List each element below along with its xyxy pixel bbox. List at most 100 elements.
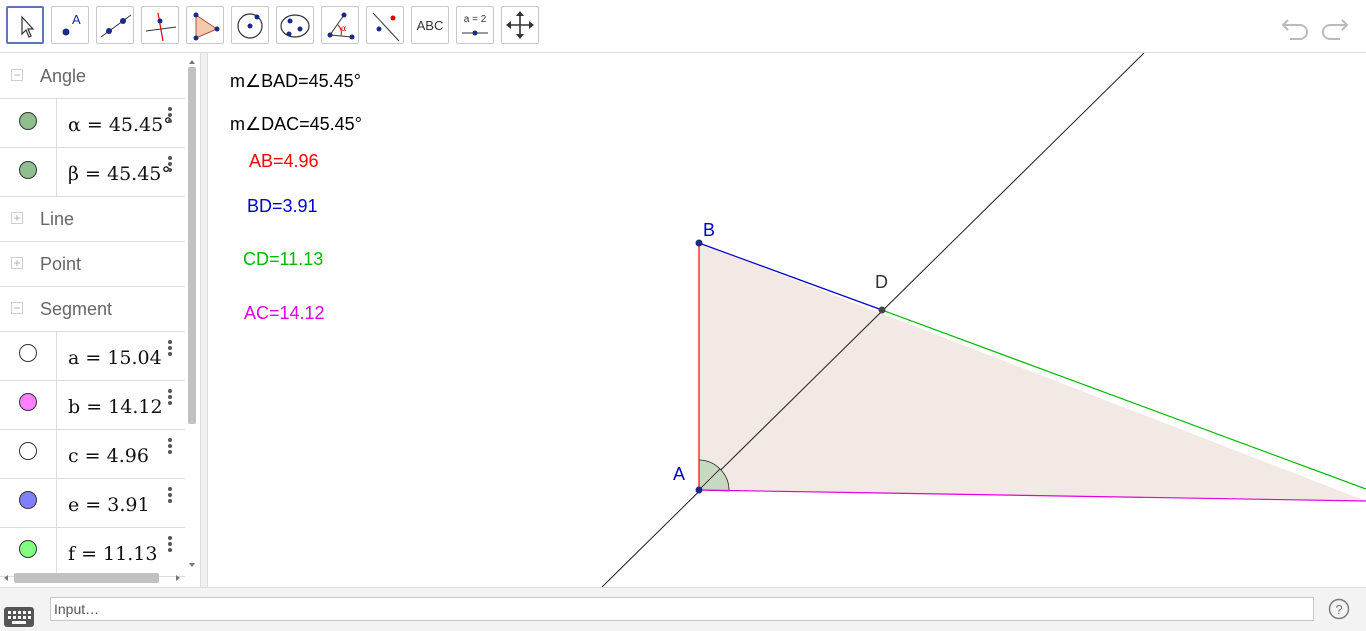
text-ac-length[interactable]: AC=14.12 (244, 303, 325, 324)
move-view-icon (506, 11, 534, 39)
reflect-icon (372, 12, 400, 42)
item-value: α = 45.45° (68, 114, 173, 136)
item-value: c = 4.96 (68, 445, 149, 467)
item-value: f = 11.13 (68, 543, 158, 565)
reflect-tool-button[interactable] (366, 6, 404, 44)
text-tool-button[interactable]: ABC (411, 6, 449, 44)
text-cd-length[interactable]: CD=11.13 (243, 249, 323, 270)
group-segment[interactable]: − Segment (0, 287, 185, 332)
group-point[interactable]: + Point (0, 242, 185, 287)
item-marker (0, 479, 57, 527)
group-label: Segment (40, 299, 113, 319)
point-label-d: D (875, 272, 888, 292)
expand-toggle[interactable]: + (11, 257, 23, 269)
view-divider[interactable] (200, 53, 208, 587)
algebra-item-a[interactable]: a = 15.04 (0, 332, 185, 381)
group-angle[interactable]: − Angle (0, 54, 185, 99)
visibility-toggle[interactable] (19, 540, 37, 558)
keyboard-icon[interactable] (4, 607, 34, 627)
group-label: Point (40, 254, 82, 274)
vertical-scroll-thumb[interactable] (188, 67, 196, 424)
point-label-a: A (673, 464, 686, 484)
angle-icon: α (327, 12, 355, 40)
graphics-view[interactable]: A B D m∠BAD=45.45° m∠DAC=45.45° AB=4.96 … (208, 53, 1366, 587)
visibility-toggle[interactable] (19, 393, 37, 411)
polygon-tool-button[interactable] (186, 6, 224, 44)
item-value: b = 14.12 (68, 396, 163, 418)
angle-tool-button[interactable]: α (321, 6, 359, 44)
line-icon (100, 14, 132, 38)
slider-tool-button[interactable]: a = 2 (456, 6, 494, 44)
circle-tool-button[interactable] (231, 6, 269, 44)
more-menu-icon[interactable] (168, 487, 174, 507)
item-marker (0, 430, 57, 478)
point-b[interactable] (695, 239, 703, 247)
input-bar: ? (0, 587, 1366, 631)
item-value: β = 45.45° (68, 163, 171, 185)
more-menu-icon[interactable] (168, 107, 174, 127)
more-menu-icon[interactable] (168, 438, 174, 458)
help-icon[interactable]: ? (1328, 598, 1350, 620)
collapse-toggle[interactable]: − (11, 69, 23, 81)
perpendicular-icon (145, 12, 177, 42)
more-menu-icon[interactable] (168, 536, 174, 556)
item-marker (0, 332, 57, 380)
undo-icon (1281, 19, 1308, 40)
slider-icon (462, 30, 488, 36)
more-menu-icon[interactable] (168, 156, 174, 176)
item-marker (0, 528, 57, 576)
polygon-icon (193, 12, 220, 41)
algebra-item-beta[interactable]: β = 45.45° (0, 148, 185, 197)
item-marker (0, 148, 57, 196)
item-marker (0, 381, 57, 429)
text-bd-length[interactable]: BD=3.91 (247, 196, 318, 217)
more-menu-icon[interactable] (168, 340, 174, 360)
text-icon: ABC (416, 17, 444, 33)
item-value: e = 3.91 (68, 494, 150, 516)
point-d[interactable] (878, 306, 886, 314)
text-angle-bad[interactable]: m∠BAD=45.45° (230, 71, 361, 92)
move-view-tool-button[interactable] (501, 6, 539, 44)
visibility-toggle[interactable] (19, 112, 37, 130)
ellipse-icon (280, 14, 310, 38)
construction-canvas[interactable] (208, 53, 1366, 587)
visibility-toggle[interactable] (19, 344, 37, 362)
move-tool-button[interactable] (6, 6, 44, 44)
expand-toggle[interactable]: + (11, 212, 23, 224)
group-line[interactable]: + Line (0, 197, 185, 242)
algebra-item-b[interactable]: b = 14.12 (0, 381, 185, 430)
text-ab-length[interactable]: AB=4.96 (249, 151, 319, 172)
triangle-abc[interactable] (699, 243, 1366, 501)
point-a[interactable] (695, 486, 703, 494)
visibility-toggle[interactable] (19, 442, 37, 460)
item-value: a = 15.04 (68, 347, 162, 369)
more-menu-icon[interactable] (168, 389, 174, 409)
algebra-item-c[interactable]: c = 4.96 (0, 430, 185, 479)
svg-text:?: ? (1335, 602, 1342, 617)
group-label: Angle (40, 66, 87, 86)
undo-button[interactable] (1280, 10, 1312, 42)
item-marker (0, 99, 57, 147)
point-label-b: B (703, 220, 716, 240)
algebra-view: − Angle α = 45.45° β = 45.45° + Line + P… (0, 53, 200, 587)
horizontal-scroll-thumb[interactable] (14, 573, 159, 583)
line-tool-button[interactable] (96, 6, 134, 44)
redo-icon (1322, 19, 1349, 40)
svg-text:α: α (341, 24, 347, 33)
algebra-item-alpha[interactable]: α = 45.45° (0, 99, 185, 148)
algebra-item-e[interactable]: e = 3.91 (0, 479, 185, 528)
group-label: Line (40, 209, 75, 229)
arrow-icon (21, 15, 35, 38)
perpendicular-tool-button[interactable] (141, 6, 179, 44)
visibility-toggle[interactable] (19, 161, 37, 179)
collapse-toggle[interactable]: − (11, 302, 23, 314)
toolbar: A α ABC a = 2 (0, 0, 1366, 53)
visibility-toggle[interactable] (19, 491, 37, 509)
input-field[interactable] (50, 597, 1314, 621)
redo-button[interactable] (1318, 10, 1350, 42)
text-angle-dac[interactable]: m∠DAC=45.45° (230, 114, 362, 135)
point-tool-label: A (72, 12, 81, 27)
ellipse-tool-button[interactable] (276, 6, 314, 44)
point-tool-button[interactable]: A (51, 6, 89, 44)
angle-bisector-line[interactable] (601, 53, 1145, 587)
